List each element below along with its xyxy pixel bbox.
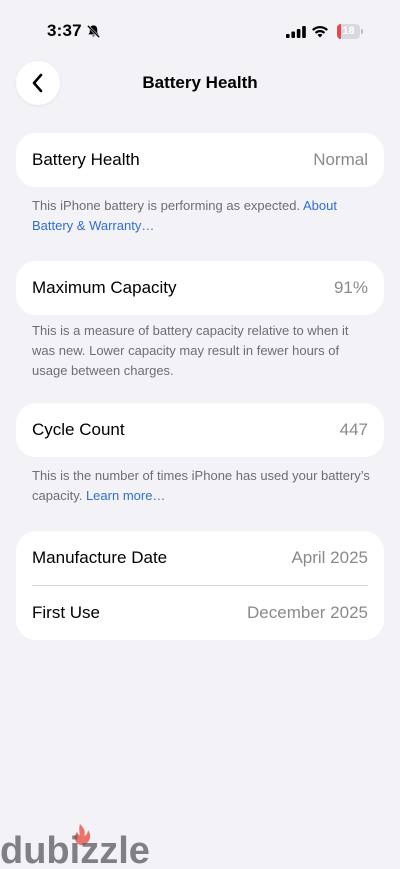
- cycle-count-label: Cycle Count: [32, 420, 125, 439]
- wifi-icon: [312, 25, 328, 38]
- learn-more-link[interactable]: Learn more…: [86, 488, 165, 503]
- bell-slash-icon: [87, 25, 100, 38]
- battery-health-row: Battery Health Normal: [16, 133, 384, 187]
- cycle-count-row: Cycle Count 447: [16, 403, 384, 457]
- cycle-count-footer-text: This is the number of times iPhone has u…: [32, 468, 370, 503]
- maximum-capacity-footer-text: This is a measure of battery capacity re…: [32, 323, 349, 378]
- manufacture-date-label: Manufacture Date: [32, 548, 168, 567]
- first-use-value: December 2025: [247, 603, 368, 622]
- battery-icon: 18: [337, 24, 365, 39]
- maximum-capacity-row: Maximum Capacity 91%: [16, 261, 384, 315]
- maximum-capacity-footer: This is a measure of battery capacity re…: [32, 321, 372, 381]
- watermark-text: dubizzle: [0, 830, 150, 869]
- cycle-count-card: Cycle Count 447: [16, 403, 384, 457]
- battery-health-label: Battery Health: [32, 150, 140, 169]
- battery-health-value: Normal: [313, 150, 368, 169]
- first-use-row: First Use December 2025: [16, 586, 384, 640]
- battery-health-footer-text: This iPhone battery is performing as exp…: [32, 198, 303, 213]
- battery-tip: [361, 29, 363, 34]
- dates-card: Manufacture Date April 2025 First Use De…: [16, 531, 384, 640]
- dubizzle-watermark: dubizzle: [0, 824, 150, 869]
- battery-health-card: Battery Health Normal: [16, 133, 384, 187]
- first-use-label: First Use: [32, 603, 100, 622]
- cellular-signal-icon: [286, 26, 306, 38]
- battery-body: 18: [337, 24, 360, 39]
- cycle-count-value: 447: [339, 420, 368, 439]
- manufacture-date-row: Manufacture Date April 2025: [16, 531, 384, 585]
- battery-level: 18: [342, 25, 355, 37]
- page-title: Battery Health: [142, 73, 258, 92]
- manufacture-date-value: April 2025: [291, 548, 368, 567]
- maximum-capacity-card: Maximum Capacity 91%: [16, 261, 384, 315]
- maximum-capacity-value: 91%: [333, 278, 368, 297]
- status-bar: 3:37 18: [0, 0, 400, 60]
- battery-health-footer: This iPhone battery is performing as exp…: [32, 196, 372, 236]
- status-time: 3:37: [47, 21, 82, 40]
- maximum-capacity-label: Maximum Capacity: [32, 278, 177, 297]
- cycle-count-footer: This is the number of times iPhone has u…: [32, 466, 372, 506]
